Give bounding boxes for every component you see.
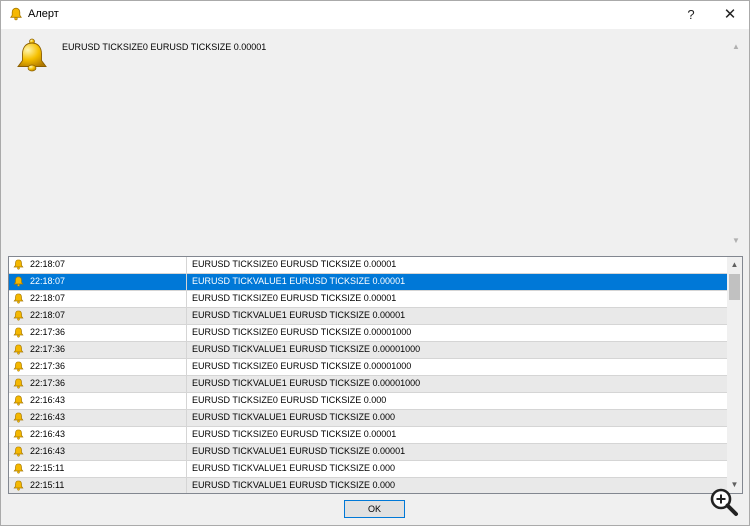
alert-time: 22:16:43 — [30, 395, 66, 405]
table-row[interactable]: 22:17:36 EURUSD TICKVALUE1 EURUSD TICKSIZ… — [9, 376, 727, 393]
time-cell: 22:18:07 — [9, 257, 187, 273]
time-cell: 22:17:36 — [9, 376, 187, 392]
time-cell: 22:16:43 — [9, 444, 187, 460]
bell-icon — [13, 327, 24, 338]
table-row[interactable]: 22:15:11 EURUSD TICKVALUE1 EURUSD TICKSIZ… — [9, 478, 727, 493]
alert-message: EURUSD TICKSIZE0 EURUSD TICKSIZE 0.00001 — [192, 429, 397, 439]
time-cell: 22:15:11 — [9, 461, 187, 477]
alert-time: 22:17:36 — [30, 327, 66, 337]
bell-icon — [13, 395, 24, 406]
alert-time: 22:16:43 — [30, 429, 66, 439]
alert-time: 22:17:36 — [30, 378, 66, 388]
time-cell: 22:17:36 — [9, 342, 187, 358]
time-cell: 22:16:43 — [9, 393, 187, 409]
table-row[interactable]: 22:18:07 EURUSD TICKVALUE1 EURUSD TICKSIZ… — [9, 308, 727, 325]
title-bar: Алерт ? ✕ — [1, 1, 749, 29]
table-row[interactable]: 22:18:07 EURUSD TICKSIZE0 EURUSD TICKSIZE… — [9, 257, 727, 274]
window-title: Алерт — [28, 8, 59, 20]
alert-history-list[interactable]: 22:18:07 EURUSD TICKSIZE0 EURUSD TICKSIZE… — [8, 256, 743, 494]
zoom-in-icon[interactable] — [707, 485, 743, 521]
alert-dialog: Алерт ? ✕ EURUSD TICKSIZE0 EURUSD TICKSI… — [0, 0, 750, 526]
table-row[interactable]: 22:16:43 EURUSD TICKVALUE1 EURUSD TICKSIZ… — [9, 410, 727, 427]
alert-message: EURUSD TICKVALUE1 EURUSD TICKSIZE 0.000 — [192, 412, 396, 422]
table-row[interactable]: 22:16:43 EURUSD TICKSIZE0 EURUSD TICKSIZE… — [9, 393, 727, 410]
bell-icon — [17, 38, 47, 72]
scroll-up-arrow-icon[interactable]: ▲ — [727, 257, 742, 273]
alert-message: EURUSD TICKSIZE0 EURUSD TICKSIZE 0.00001… — [192, 361, 412, 371]
alert-message-text: EURUSD TICKSIZE0 EURUSD TICKSIZE 0.00001 — [62, 42, 267, 52]
alert-message: EURUSD TICKVALUE1 EURUSD TICKSIZE 0.0000… — [192, 378, 421, 388]
help-button[interactable]: ? — [676, 1, 706, 29]
alert-time: 22:18:07 — [30, 310, 66, 320]
table-row[interactable]: 22:15:11 EURUSD TICKVALUE1 EURUSD TICKSIZ… — [9, 461, 727, 478]
alert-message: EURUSD TICKVALUE1 EURUSD TICKSIZE 0.0000… — [192, 344, 421, 354]
table-row[interactable]: 22:17:36 EURUSD TICKSIZE0 EURUSD TICKSIZE… — [9, 325, 727, 342]
alert-time: 22:15:11 — [30, 463, 65, 473]
scroll-down-icon[interactable]: ▼ — [732, 236, 740, 245]
bell-icon — [13, 378, 24, 389]
bell-icon — [13, 276, 24, 287]
alert-message: EURUSD TICKSIZE0 EURUSD TICKSIZE 0.000 — [192, 395, 387, 405]
table-row[interactable]: 22:16:43 EURUSD TICKVALUE1 EURUSD TICKSIZ… — [9, 444, 727, 461]
time-cell: 22:18:07 — [9, 308, 187, 324]
alert-message: EURUSD TICKVALUE1 EURUSD TICKSIZE 0.0000… — [192, 276, 406, 286]
ok-button[interactable]: OK — [344, 500, 405, 518]
time-cell: 22:15:11 — [9, 478, 187, 493]
alert-time: 22:18:07 — [30, 293, 66, 303]
bell-icon — [13, 293, 24, 304]
bell-icon — [13, 310, 24, 321]
alert-rows: 22:18:07 EURUSD TICKSIZE0 EURUSD TICKSIZE… — [9, 257, 727, 493]
alert-message-panel: EURUSD TICKSIZE0 EURUSD TICKSIZE 0.00001… — [8, 29, 742, 253]
close-button[interactable]: ✕ — [713, 1, 747, 29]
alert-time: 22:16:43 — [30, 412, 66, 422]
time-cell: 22:18:07 — [9, 274, 187, 290]
time-cell: 22:16:43 — [9, 427, 187, 443]
time-cell: 22:17:36 — [9, 325, 187, 341]
list-scrollbar[interactable]: ▲ ▼ — [727, 257, 742, 493]
time-cell: 22:18:07 — [9, 291, 187, 307]
alert-time: 22:15:11 — [30, 480, 65, 490]
alert-time: 22:16:43 — [30, 446, 66, 456]
bell-icon — [10, 7, 22, 21]
alert-time: 22:18:07 — [30, 276, 66, 286]
bell-icon — [13, 429, 24, 440]
table-row[interactable]: 22:17:36 EURUSD TICKSIZE0 EURUSD TICKSIZE… — [9, 359, 727, 376]
alert-message: EURUSD TICKSIZE0 EURUSD TICKSIZE 0.00001 — [192, 293, 397, 303]
bell-icon — [13, 446, 24, 457]
bell-icon — [13, 259, 24, 270]
alert-message: EURUSD TICKVALUE1 EURUSD TICKSIZE 0.0000… — [192, 310, 406, 320]
alert-message: EURUSD TICKVALUE1 EURUSD TICKSIZE 0.000 — [192, 480, 396, 490]
table-row[interactable]: 22:18:07 EURUSD TICKSIZE0 EURUSD TICKSIZE… — [9, 291, 727, 308]
table-row[interactable]: 22:16:43 EURUSD TICKSIZE0 EURUSD TICKSIZE… — [9, 427, 727, 444]
bell-icon — [13, 480, 24, 491]
scroll-up-icon[interactable]: ▲ — [732, 42, 740, 51]
alert-time: 22:17:36 — [30, 344, 66, 354]
bell-icon — [13, 361, 24, 372]
alert-message: EURUSD TICKVALUE1 EURUSD TICKSIZE 0.000 — [192, 463, 396, 473]
bell-icon — [13, 344, 24, 355]
table-row[interactable]: 22:17:36 EURUSD TICKVALUE1 EURUSD TICKSIZ… — [9, 342, 727, 359]
time-cell: 22:16:43 — [9, 410, 187, 426]
alert-time: 22:18:07 — [30, 259, 66, 269]
bell-icon — [13, 463, 24, 474]
alert-message: EURUSD TICKSIZE0 EURUSD TICKSIZE 0.00001… — [192, 327, 412, 337]
alert-message: EURUSD TICKVALUE1 EURUSD TICKSIZE 0.0000… — [192, 446, 406, 456]
alert-message: EURUSD TICKSIZE0 EURUSD TICKSIZE 0.00001 — [192, 259, 397, 269]
time-cell: 22:17:36 — [9, 359, 187, 375]
table-row[interactable]: 22:18:07 EURUSD TICKVALUE1 EURUSD TICKSIZ… — [9, 274, 727, 291]
alert-time: 22:17:36 — [30, 361, 66, 371]
bell-icon — [13, 412, 24, 423]
scrollbar-thumb[interactable] — [729, 274, 740, 300]
